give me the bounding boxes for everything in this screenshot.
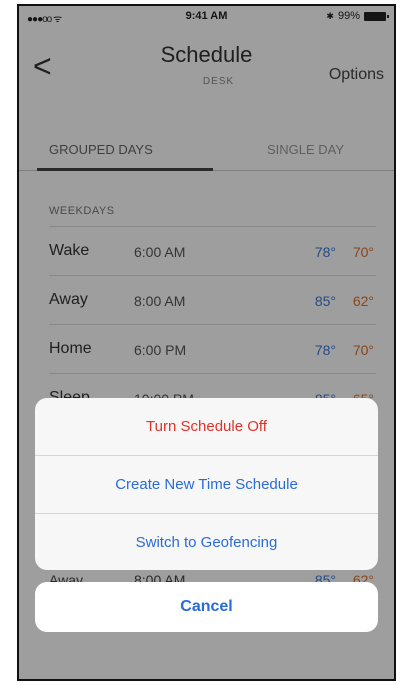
action-sheet: Turn Schedule Off Create New Time Schedu… xyxy=(35,398,378,570)
create-new-time-schedule-button[interactable]: Create New Time Schedule xyxy=(35,456,378,514)
turn-schedule-off-button[interactable]: Turn Schedule Off xyxy=(35,398,378,456)
modal-overlay[interactable] xyxy=(19,6,394,679)
phone-frame: ●●●oo ᯤ 9:41 AM ✱ 99% < Schedule DESK Op… xyxy=(17,4,396,681)
cancel-button[interactable]: Cancel xyxy=(35,582,378,632)
switch-to-geofencing-button[interactable]: Switch to Geofencing xyxy=(35,514,378,570)
schedule-screen: ●●●oo ᯤ 9:41 AM ✱ 99% < Schedule DESK Op… xyxy=(19,6,394,679)
